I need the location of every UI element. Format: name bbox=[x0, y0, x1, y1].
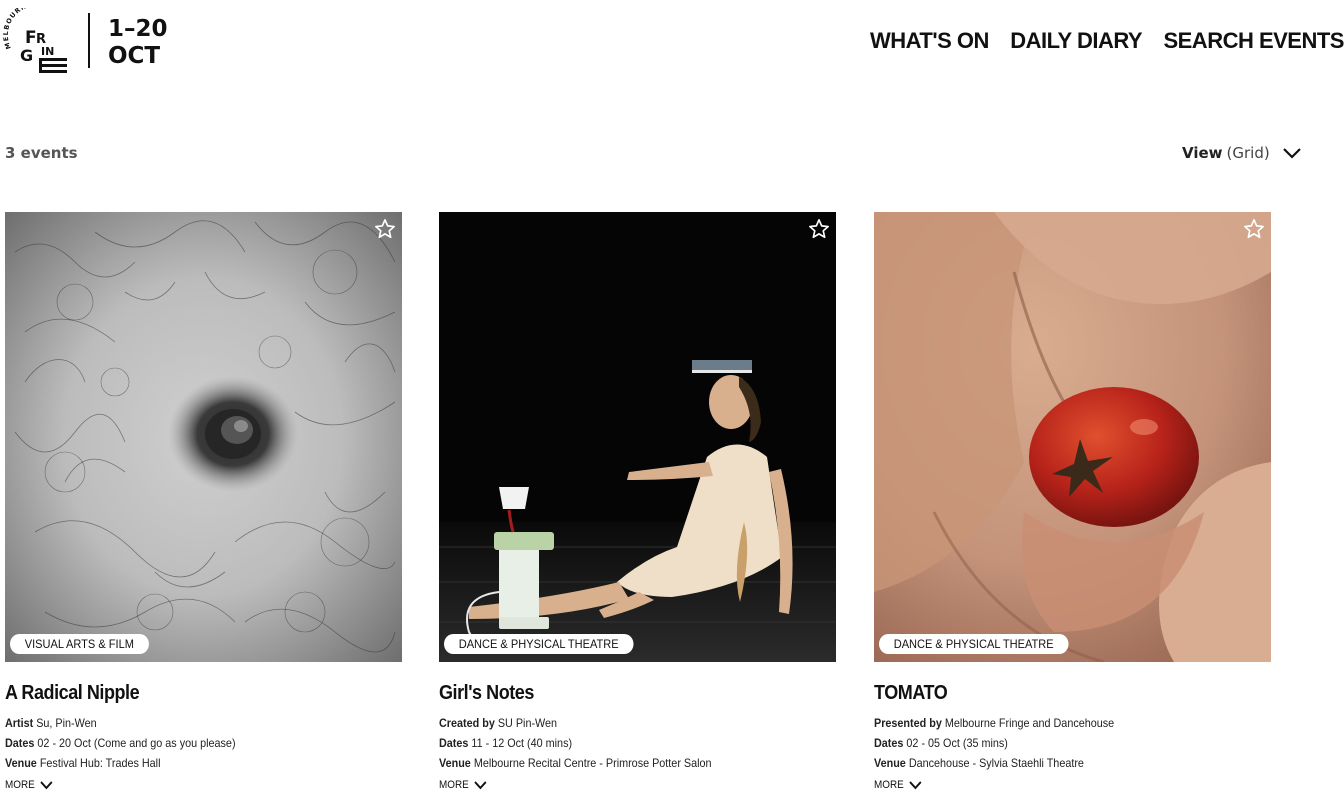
venue-value: Festival Hub: Trades Hall bbox=[39, 756, 161, 770]
event-image[interactable]: DANCE & PHYSICAL THEATRE bbox=[874, 212, 1271, 662]
nav-daily-diary[interactable]: DAILY DIARY bbox=[1010, 28, 1142, 54]
credit-label: Presented by bbox=[874, 716, 942, 730]
venue-value: Melbourne Recital Centre - Primrose Pott… bbox=[473, 756, 712, 770]
credit-label: Created by bbox=[439, 716, 495, 730]
credit-value: Su, Pin-Wen bbox=[36, 716, 97, 730]
event-card[interactable]: DANCE & PHYSICAL THEATRE Girl's Notes Cr… bbox=[439, 212, 836, 791]
chevron-down-icon bbox=[40, 780, 53, 789]
star-outline-icon[interactable] bbox=[808, 218, 830, 240]
event-title[interactable]: TOMATO bbox=[874, 682, 1231, 705]
chevron-down-icon bbox=[909, 780, 922, 789]
category-tag[interactable]: VISUAL ARTS & FILM bbox=[10, 634, 149, 654]
nav-search-events[interactable]: SEARCH EVENTS bbox=[1163, 28, 1344, 54]
festival-dates-month: OCT bbox=[108, 43, 161, 69]
event-meta: Presented by Melbourne Fringe and Danceh… bbox=[874, 713, 1231, 773]
star-outline-icon[interactable] bbox=[374, 218, 396, 240]
view-toggle-button[interactable]: View (Grid) bbox=[1182, 144, 1302, 162]
dates-label: Dates bbox=[874, 736, 904, 750]
category-tag[interactable]: DANCE & PHYSICAL THEATRE bbox=[879, 634, 1069, 654]
svg-text:IN: IN bbox=[41, 45, 54, 58]
venue-label: Venue bbox=[874, 756, 906, 770]
star-outline-icon[interactable] bbox=[1243, 218, 1265, 240]
view-label: View bbox=[1182, 144, 1223, 162]
event-meta: Artist Su, Pin-Wen Dates 02 - 20 Oct (Co… bbox=[5, 713, 362, 773]
event-title[interactable]: A Radical Nipple bbox=[5, 682, 362, 705]
more-label: MORE bbox=[439, 779, 469, 791]
dates-label: Dates bbox=[439, 736, 469, 750]
event-image[interactable]: VISUAL ARTS & FILM bbox=[5, 212, 402, 662]
svg-text:F: F bbox=[25, 28, 37, 48]
event-card[interactable]: DANCE & PHYSICAL THEATRE TOMATO Presente… bbox=[874, 212, 1271, 791]
chevron-down-icon bbox=[474, 780, 487, 789]
nav-whats-on[interactable]: WHAT'S ON bbox=[870, 28, 989, 54]
more-button[interactable]: MORE bbox=[439, 779, 796, 791]
view-value: (Grid) bbox=[1226, 144, 1270, 162]
chevron-down-icon bbox=[1282, 148, 1301, 159]
svg-text:G: G bbox=[20, 46, 33, 65]
results-count: 3 events bbox=[5, 144, 78, 162]
dates-value: 02 - 20 Oct (Come and go as you please) bbox=[37, 736, 236, 750]
festival-dates-range: 1–20 bbox=[108, 16, 168, 42]
category-tag[interactable]: DANCE & PHYSICAL THEATRE bbox=[444, 634, 634, 654]
event-card[interactable]: VISUAL ARTS & FILM A Radical Nipple Arti… bbox=[5, 212, 402, 791]
event-title[interactable]: Girl's Notes bbox=[439, 682, 796, 705]
dates-label: Dates bbox=[5, 736, 35, 750]
more-button[interactable]: MORE bbox=[874, 779, 1231, 791]
venue-label: Venue bbox=[5, 756, 37, 770]
venue-value: Dancehouse - Sylvia Staehli Theatre bbox=[908, 756, 1084, 770]
credit-label: Artist bbox=[5, 716, 34, 730]
melbourne-fringe-logo[interactable]: MELBOURNE F R G IN bbox=[3, 8, 71, 76]
main-nav: WHAT'S ON DAILY DIARY SEARCH EVENTS bbox=[870, 28, 1344, 54]
dates-value: 11 - 12 Oct (40 mins) bbox=[471, 736, 573, 750]
more-button[interactable]: MORE bbox=[5, 779, 362, 791]
dates-value: 02 - 05 Oct (35 mins) bbox=[906, 736, 1008, 750]
venue-label: Venue bbox=[439, 756, 471, 770]
logo-divider bbox=[88, 13, 90, 68]
event-image[interactable]: DANCE & PHYSICAL THEATRE bbox=[439, 212, 836, 662]
credit-value: SU Pin-Wen bbox=[497, 716, 558, 730]
more-label: MORE bbox=[874, 779, 904, 791]
festival-dates: 1–20 OCT bbox=[108, 16, 168, 70]
more-label: MORE bbox=[5, 779, 35, 791]
credit-value: Melbourne Fringe and Dancehouse bbox=[944, 716, 1115, 730]
event-meta: Created by SU Pin-Wen Dates 11 - 12 Oct … bbox=[439, 713, 796, 773]
